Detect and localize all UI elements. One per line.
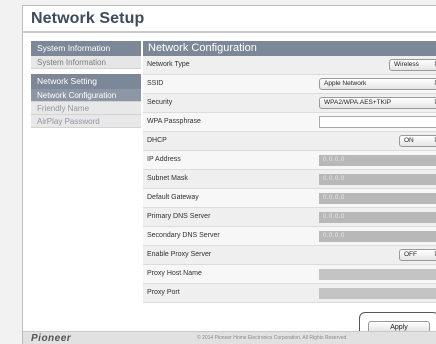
proxy-port-label: Proxy Port <box>147 289 180 296</box>
security-select[interactable]: WPA2/WPA.AES+TKIP ⇕ <box>319 97 436 109</box>
default-gateway-label: Default Gateway <box>147 194 199 201</box>
row-ssid: SSID Apple Network ⇕ <box>143 75 436 94</box>
ssid-select[interactable]: Apple Network ⇕ <box>319 78 436 90</box>
dhcp-select[interactable]: ON ⇕ <box>399 135 436 147</box>
sidebar: System Information System Information Ne… <box>31 41 141 128</box>
row-dhcp: DHCP ON ⇕ <box>143 132 436 151</box>
primary-dns-label: Primary DNS Server <box>147 213 211 220</box>
pioneer-logo: Pioneer <box>31 333 72 344</box>
copyright-text: © 2014 Pioneer Home Electronics Corporat… <box>197 335 348 341</box>
proxy-host-label: Proxy Host Name <box>147 270 202 277</box>
dhcp-value: ON <box>404 137 414 144</box>
row-default-gateway: Default Gateway 0.0.0.0 <box>143 189 436 208</box>
wpa-passphrase-input[interactable] <box>319 116 436 128</box>
primary-dns-field: 0.0.0.0 <box>319 212 436 223</box>
enable-proxy-select[interactable]: OFF ⇕ <box>399 249 436 261</box>
sidebar-item-system-information[interactable]: System Information <box>31 56 141 69</box>
row-primary-dns: Primary DNS Server 0.0.0.0 <box>143 208 436 227</box>
network-type-value: Wireless <box>394 61 419 68</box>
dhcp-label: DHCP <box>147 137 167 144</box>
subnet-mask-label: Subnet Mask <box>147 175 188 182</box>
row-ip-address: IP Address 0.0.0.0 <box>143 151 436 170</box>
network-configuration-panel: Network Configuration Network Type Wirel… <box>143 41 436 303</box>
row-proxy-host: Proxy Host Name <box>143 265 436 284</box>
secondary-dns-field: 0.0.0.0 <box>319 231 436 242</box>
row-proxy-port: Proxy Port <box>143 284 436 303</box>
ip-address-label: IP Address <box>147 156 181 163</box>
ssid-value: Apple Network <box>324 80 367 87</box>
row-secondary-dns: Secondary DNS Server 0.0.0.0 <box>143 227 436 246</box>
sidebar-header-system-information[interactable]: System Information <box>31 41 141 56</box>
row-subnet-mask: Subnet Mask 0.0.0.0 <box>143 170 436 189</box>
subnet-mask-field: 0.0.0.0 <box>319 174 436 185</box>
network-type-select[interactable]: Wireless ⇕ <box>389 59 436 71</box>
page-title: Network Setup <box>31 10 145 27</box>
row-wpa-passphrase: WPA Passphrase <box>143 113 436 132</box>
proxy-host-input <box>319 269 436 280</box>
sidebar-item-network-configuration[interactable]: Network Configuration <box>31 89 141 102</box>
security-label: Security <box>147 99 173 106</box>
row-security: Security WPA2/WPA.AES+TKIP ⇕ <box>143 94 436 113</box>
sidebar-item-airplay-password[interactable]: AirPlay Password <box>31 115 141 128</box>
sidebar-item-friendly-name[interactable]: Friendly Name <box>31 102 141 115</box>
network-type-label: Network Type <box>147 61 190 68</box>
panel-title: Network Configuration <box>143 41 436 56</box>
ssid-label: SSID <box>147 80 164 87</box>
wpa-passphrase-label: WPA Passphrase <box>147 118 201 125</box>
ip-address-field: 0.0.0.0 <box>319 155 436 166</box>
security-value: WPA2/WPA.AES+TKIP <box>324 99 392 106</box>
default-gateway-field: 0.0.0.0 <box>319 193 436 204</box>
network-setup-window: Network Setup System Information System … <box>22 5 436 344</box>
row-network-type: Network Type Wireless ⇕ <box>143 56 436 75</box>
enable-proxy-label: Enable Proxy Server <box>147 251 212 258</box>
row-enable-proxy: Enable Proxy Server OFF ⇕ <box>143 246 436 265</box>
proxy-port-input <box>319 288 436 299</box>
footer: Pioneer © 2014 Pioneer Home Electronics … <box>23 331 436 344</box>
title-divider <box>23 31 436 33</box>
sidebar-header-network-setting[interactable]: Network Setting <box>31 74 141 89</box>
secondary-dns-label: Secondary DNS Server <box>147 232 220 239</box>
enable-proxy-value: OFF <box>404 251 417 258</box>
